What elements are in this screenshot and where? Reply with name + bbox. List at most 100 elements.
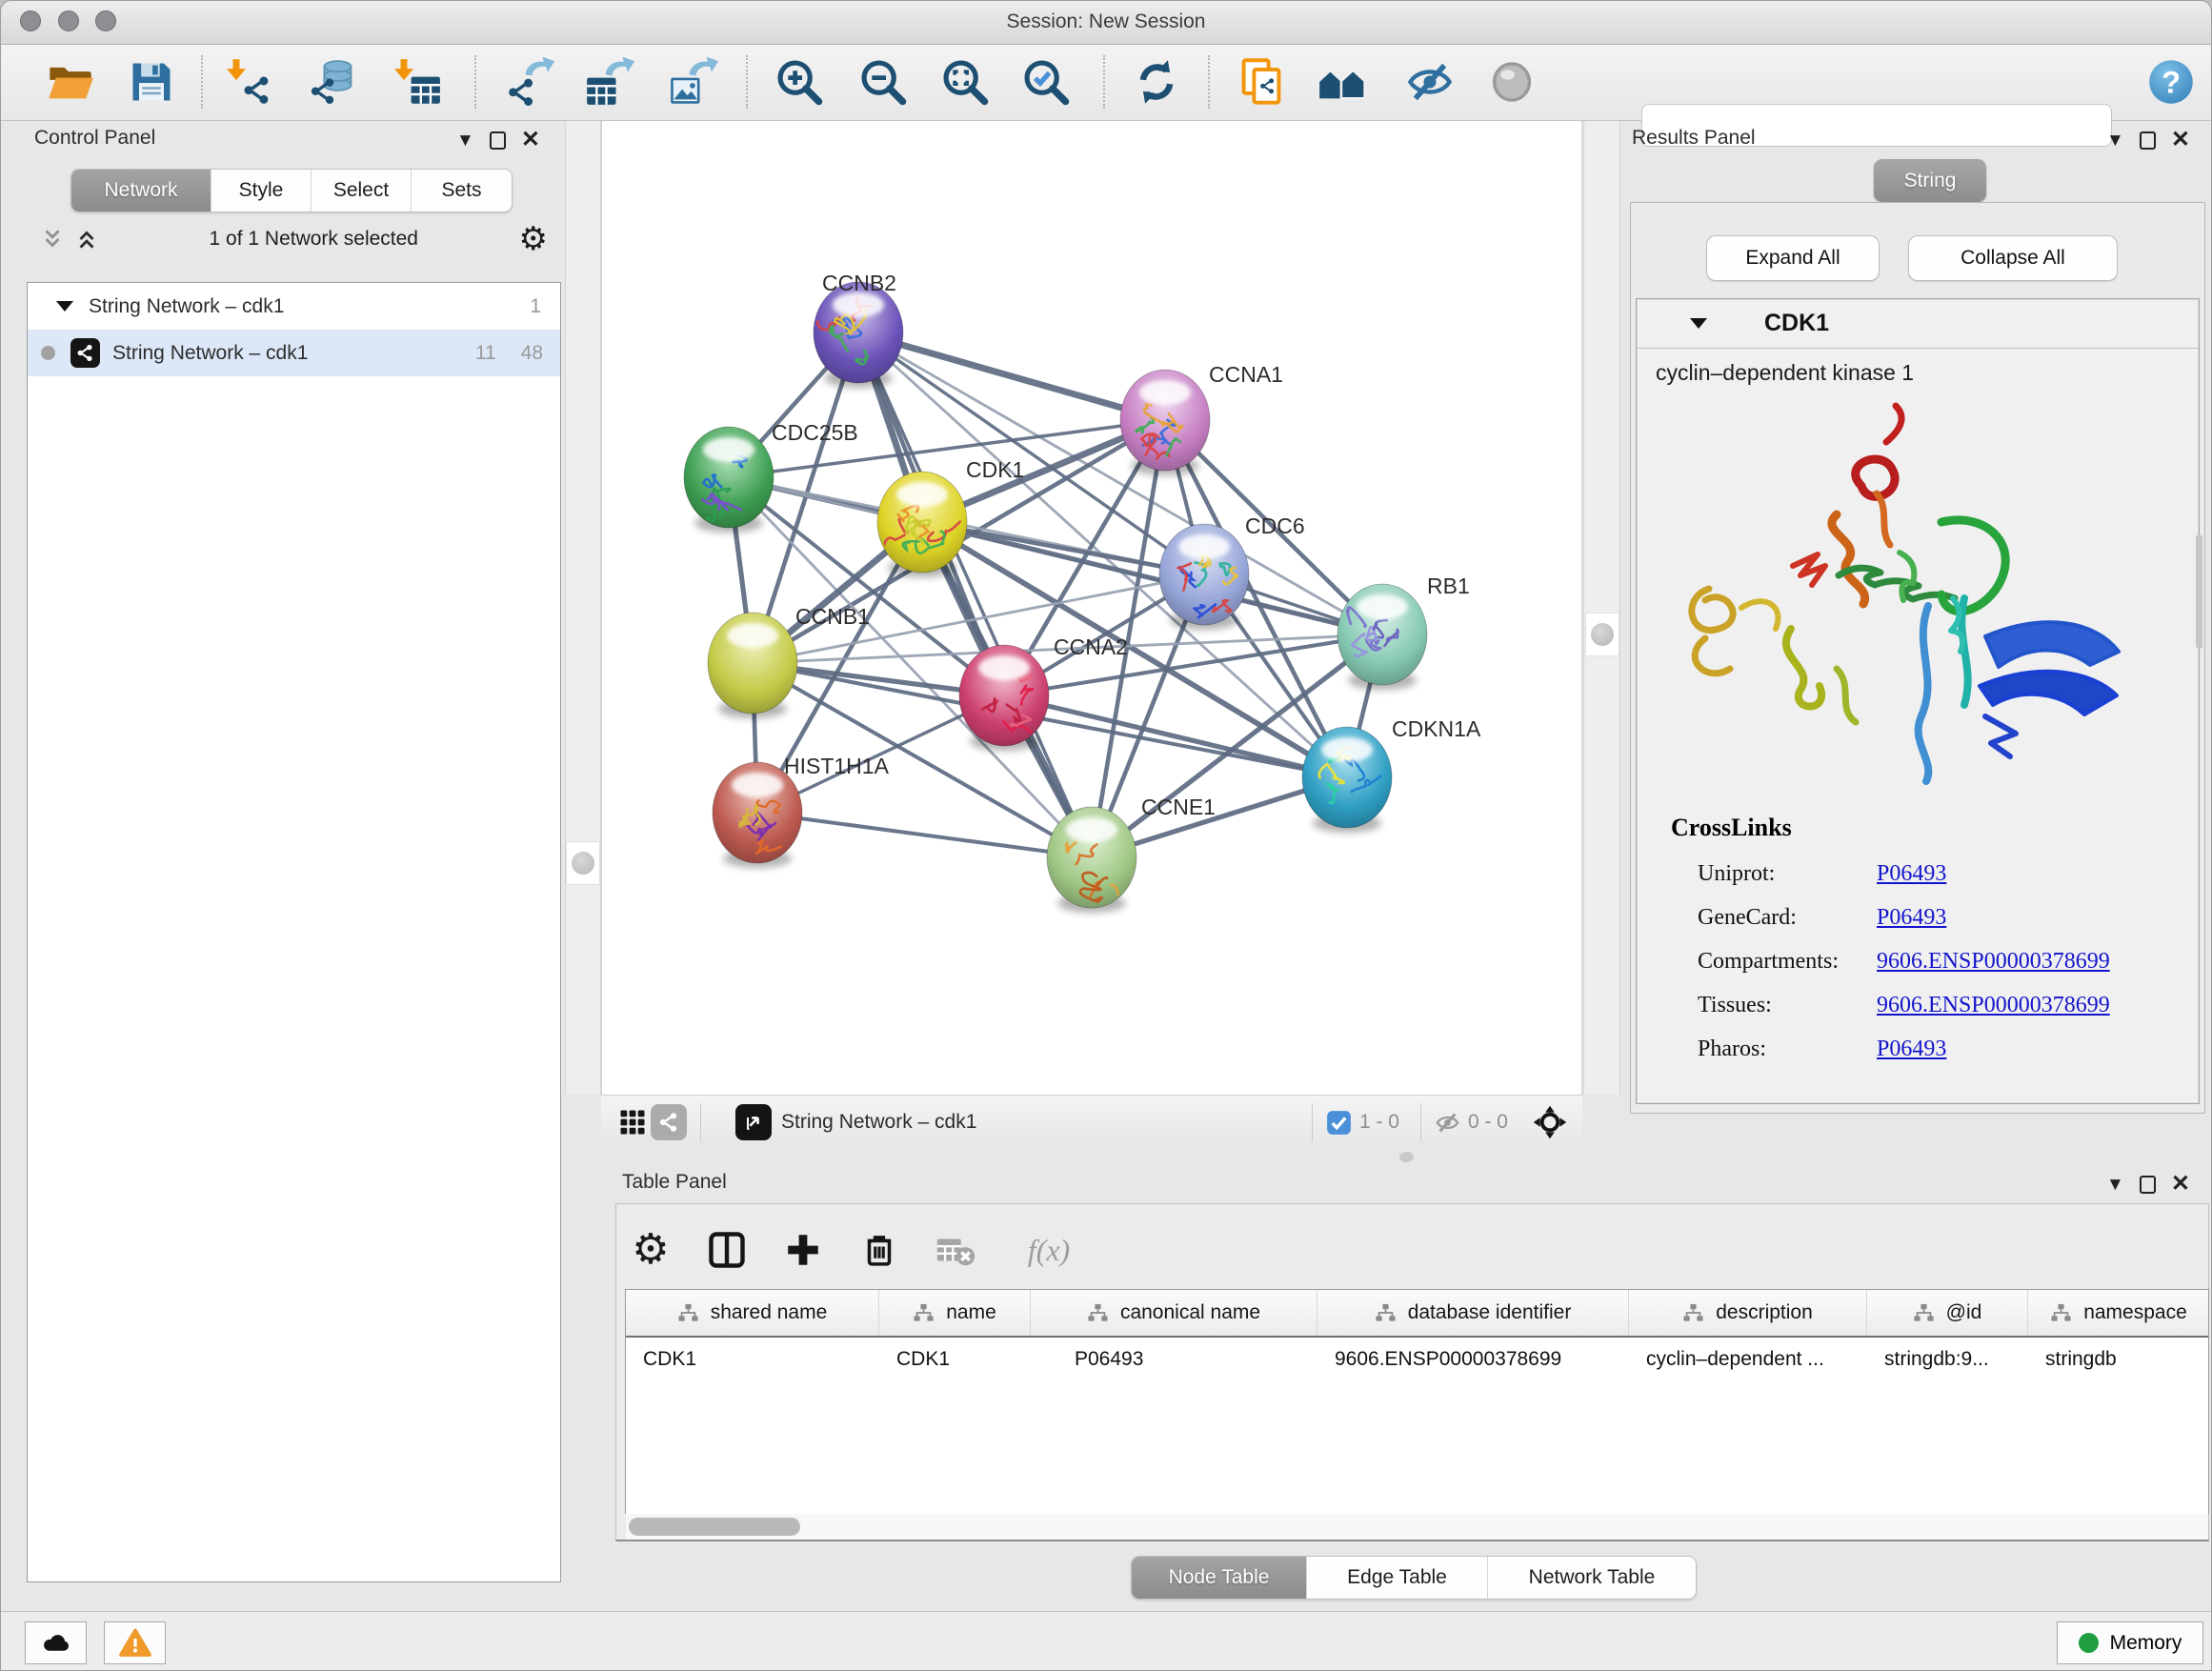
panel-menu-icon[interactable]: ▼: [2106, 131, 2124, 150]
left-splitter[interactable]: [565, 121, 601, 1095]
show-hidden-button[interactable]: [1487, 57, 1537, 107]
column-header-database-identifier[interactable]: database identifier: [1317, 1290, 1629, 1336]
panel-close-icon[interactable]: ✕: [2171, 1173, 2190, 1196]
zoom-fit-button[interactable]: [940, 57, 990, 107]
tab-network[interactable]: Network: [71, 170, 211, 211]
delete-column-button[interactable]: [854, 1224, 905, 1276]
network-node-CCNE1[interactable]: [1047, 807, 1136, 913]
network-node-CDK1[interactable]: [877, 472, 967, 577]
tab-edge-table[interactable]: Edge Table: [1307, 1557, 1488, 1599]
network-node-CCNA2[interactable]: [959, 645, 1049, 751]
network-row[interactable]: String Network – cdk1 11 48: [28, 330, 560, 376]
crosslink-link[interactable]: 9606.ENSP00000378699: [1877, 949, 2110, 975]
tab-node-table[interactable]: Node Table: [1132, 1557, 1307, 1599]
warning-button[interactable]: [104, 1621, 166, 1664]
tab-select[interactable]: Select: [312, 170, 412, 211]
panel-close-icon[interactable]: ✕: [521, 129, 540, 151]
import-table-from-file-button[interactable]: [392, 57, 441, 107]
column-header-canonical-name[interactable]: canonical name: [1031, 1290, 1317, 1336]
hidden-eye-slash-icon[interactable]: [1435, 1110, 1460, 1136]
crosslink-link[interactable]: P06493: [1877, 861, 1946, 887]
hide-selected-button[interactable]: [1405, 57, 1455, 107]
right-splitter[interactable]: [1583, 121, 1620, 1095]
add-column-button[interactable]: [777, 1224, 829, 1276]
birds-eye-grid-icon[interactable]: [614, 1104, 651, 1140]
column-header--id[interactable]: @id: [1867, 1290, 2028, 1336]
network-node-CCNA1[interactable]: [1120, 370, 1210, 475]
network-tree: String Network – cdk1 1 String Network –…: [27, 282, 561, 1582]
crosslink-link[interactable]: 9606.ENSP00000378699: [1877, 993, 2110, 1018]
clone-network-button[interactable]: [1237, 57, 1286, 107]
export-network-button[interactable]: [505, 57, 554, 107]
fit-content-crosshair-icon[interactable]: [1533, 1105, 1567, 1139]
expand-all-button[interactable]: Expand All: [1706, 235, 1880, 281]
network-status-dot: [41, 346, 55, 360]
node-label-CDKN1A: CDKN1A: [1392, 716, 1481, 741]
results-tab-string[interactable]: String: [1874, 159, 1986, 202]
tab-style[interactable]: Style: [211, 170, 312, 211]
export-image-button[interactable]: [669, 57, 718, 107]
tab-sets[interactable]: Sets: [412, 170, 512, 211]
selected-checkbox-icon[interactable]: [1326, 1110, 1352, 1136]
show-columns-button[interactable]: [701, 1224, 753, 1276]
import-network-from-file-button[interactable]: [224, 57, 273, 107]
apply-layout-button[interactable]: [1132, 57, 1181, 107]
right-splitter-handle[interactable]: [1585, 613, 1619, 656]
network-node-CDC6[interactable]: [1159, 524, 1249, 630]
save-session-button[interactable]: [127, 57, 176, 107]
network-node-CDC25B[interactable]: [684, 427, 774, 533]
import-network-from-database-button[interactable]: [308, 57, 357, 107]
network-node-CCNB2[interactable]: [814, 282, 903, 388]
network-node-CDKN1A[interactable]: [1302, 727, 1392, 833]
panel-float-icon[interactable]: [490, 131, 506, 150]
network-graph[interactable]: CCNB2CCNA1CDC25BCDK1CDC6RB1CCNB1CCNA2CDK…: [602, 121, 1583, 1095]
network-share-icon[interactable]: [651, 1104, 687, 1140]
expand-all-chevron-icon[interactable]: [74, 227, 99, 252]
cdk1-card-header[interactable]: CDK1: [1637, 299, 2199, 349]
crosslink-link[interactable]: P06493: [1877, 1037, 1946, 1062]
delete-table-button[interactable]: [930, 1224, 981, 1276]
left-splitter-handle[interactable]: [566, 841, 600, 885]
collapse-all-chevron-icon[interactable]: [40, 227, 65, 252]
table-settings-button[interactable]: ⚙: [625, 1224, 676, 1276]
network-node-CCNB1[interactable]: [708, 613, 797, 718]
open-session-button[interactable]: [46, 57, 95, 107]
column-header-namespace[interactable]: namespace: [2028, 1290, 2209, 1336]
crosslink-link[interactable]: P06493: [1877, 905, 1946, 931]
caret-down-icon[interactable]: [56, 301, 73, 312]
caret-down-icon[interactable]: [1690, 318, 1707, 329]
network-collection-row[interactable]: String Network – cdk1 1: [28, 283, 560, 330]
zoom-out-button[interactable]: [858, 57, 908, 107]
help-button[interactable]: ?: [2146, 57, 2196, 107]
gear-icon[interactable]: ⚙: [519, 223, 548, 255]
table-horizontal-scrollbar[interactable]: [626, 1514, 2208, 1540]
column-header-shared-name[interactable]: shared name: [626, 1290, 879, 1336]
panel-float-icon[interactable]: [2140, 1176, 2156, 1194]
results-scrollbar-thumb[interactable]: [2196, 534, 2202, 649]
column-header-name[interactable]: name: [879, 1290, 1031, 1336]
collapse-all-button[interactable]: Collapse All: [1908, 235, 2118, 281]
collection-label: String Network – cdk1: [89, 295, 284, 318]
memory-button[interactable]: Memory: [2057, 1621, 2203, 1664]
open-in-window-icon[interactable]: [735, 1104, 772, 1140]
function-builder-button[interactable]: f(x): [1006, 1224, 1092, 1276]
table-row[interactable]: CDK1CDK1P064939606.ENSP00000378699cyclin…: [626, 1338, 2208, 1381]
network-node-RB1[interactable]: [1337, 584, 1427, 690]
horizontal-splitter-handle[interactable]: [1399, 1152, 1414, 1162]
panel-menu-icon[interactable]: ▼: [456, 131, 474, 150]
panel-menu-icon[interactable]: ▼: [2106, 1176, 2124, 1194]
cloud-button[interactable]: [25, 1621, 87, 1664]
zoom-selected-button[interactable]: [1021, 57, 1071, 107]
panel-close-icon[interactable]: ✕: [2171, 129, 2190, 151]
panel-float-icon[interactable]: [2140, 131, 2156, 150]
scrollbar-thumb[interactable]: [629, 1518, 800, 1536]
export-table-button[interactable]: [585, 57, 634, 107]
show-all-networks-button[interactable]: [1317, 57, 1367, 107]
crosslink-row: Tissues:9606.ENSP00000378699: [1637, 983, 2199, 1027]
footer-separator: [1420, 1103, 1421, 1141]
zoom-in-button[interactable]: [774, 57, 824, 107]
tab-network-table[interactable]: Network Table: [1488, 1557, 1696, 1599]
column-header-description[interactable]: description: [1629, 1290, 1867, 1336]
refresh-icon: [1132, 57, 1181, 107]
network-canvas[interactable]: CCNB2CCNA1CDC25BCDK1CDC6RB1CCNB1CCNA2CDK…: [601, 121, 1582, 1095]
